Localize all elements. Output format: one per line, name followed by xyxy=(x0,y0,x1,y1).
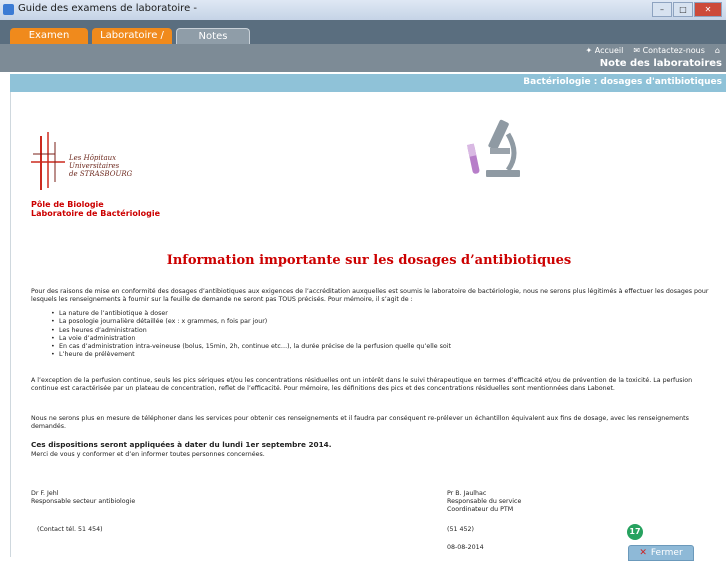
notice-headline: Information importante sur les dosages d… xyxy=(166,253,572,268)
minimize-button[interactable]: – xyxy=(652,2,672,17)
org-line-1: Pôle de Biologie xyxy=(31,200,104,209)
logo-line-1: Les Hôpitaux xyxy=(69,154,117,162)
signer-role-right-1: Responsable du service xyxy=(447,498,522,505)
intro-paragraph: Pour des raisons de mise en conformité d… xyxy=(31,288,709,303)
contact-right: (51 452) xyxy=(447,526,474,533)
contact-left: (Contact tél. 51 454) xyxy=(37,526,103,533)
tab-laboratoire[interactable]: Laboratoire / UF xyxy=(92,28,172,57)
home-link[interactable]: ✦ Accueil xyxy=(586,46,624,55)
logo-line-2: Universitaires xyxy=(69,162,120,170)
home-icon: ✦ xyxy=(585,46,593,55)
requirements-list: La nature de l’antibiotique à doser La p… xyxy=(51,310,691,360)
section-title: Note des laboratoires xyxy=(599,58,722,69)
hospital-logo: Les Hôpitaux Universitaires de STRASBOUR… xyxy=(31,132,141,192)
list-item: Les heures d’administration xyxy=(51,327,691,336)
close-button[interactable]: ✕ Fermer xyxy=(628,545,694,561)
therapeutic-paragraph: A l’exception de la perfusion continue, … xyxy=(31,377,693,392)
header-bar: ✦ Accueil ✉ Contactez-nous ⌂ Note des la… xyxy=(0,44,726,72)
microscope-icon xyxy=(466,119,520,177)
maximize-button[interactable]: □ xyxy=(673,2,693,17)
org-line-2: Laboratoire de Bactériologie xyxy=(31,209,161,218)
extra-icon[interactable]: ⌂ xyxy=(715,46,720,55)
list-item: La posologie journalière détaillée (ex :… xyxy=(51,318,691,327)
signature-left: Dr F. Jehl Responsable secteur antibiolo… xyxy=(31,490,135,506)
window-title: Guide des examens de laboratoire - xyxy=(18,3,198,14)
signature-right: Pr B. Jaulhac Responsable du service Coo… xyxy=(447,490,521,514)
signer-name-right: Pr B. Jaulhac xyxy=(447,490,487,497)
phone-paragraph: Nous ne serons plus en mesure de télépho… xyxy=(31,415,689,430)
notice-sub: Merci de vous y conformer et d’en inform… xyxy=(31,451,265,458)
logo-line-3: de STRASBOURG xyxy=(69,170,133,178)
tab-bar: Examen Laboratoire / UF Notes xyxy=(0,20,726,57)
signer-role-left: Responsable secteur antibiologie xyxy=(31,498,136,505)
document-date: 08-08-2014 xyxy=(447,544,484,551)
document-content: Les Hôpitaux Universitaires de STRASBOUR… xyxy=(10,92,726,557)
notification-badge[interactable]: 17 xyxy=(627,524,643,540)
list-item: En cas d’administration intra-veineuse (… xyxy=(51,343,691,352)
close-window-button[interactable]: ✕ xyxy=(694,2,722,17)
hospital-logo-mark xyxy=(31,132,65,190)
window-titlebar: Guide des examens de laboratoire - – □ ✕ xyxy=(0,0,726,21)
list-item: L’heure de prélèvement xyxy=(51,351,691,360)
list-item: La voie d’administration xyxy=(51,335,691,344)
tab-examen[interactable]: Examen xyxy=(10,28,88,44)
breadcrumb: Bactériologie : dosages d'antibiotiques xyxy=(523,77,722,87)
contact-icon: ✉ xyxy=(633,46,641,55)
notice-bold: Ces dispositions seront appliquées à dat… xyxy=(31,440,332,449)
header-links: ✦ Accueil ✉ Contactez-nous ⌂ xyxy=(586,46,721,55)
contact-link[interactable]: ✉ Contactez-nous xyxy=(633,46,705,55)
signer-role-right-2: Coordinateur du PTM xyxy=(447,506,514,513)
tab-notes[interactable]: Notes xyxy=(176,28,250,45)
app-icon xyxy=(3,4,14,15)
window-controls: – □ ✕ xyxy=(652,2,722,17)
signer-name-left: Dr F. Jehl xyxy=(31,490,59,497)
breadcrumb-band: Bactériologie : dosages d'antibiotiques xyxy=(10,74,726,92)
